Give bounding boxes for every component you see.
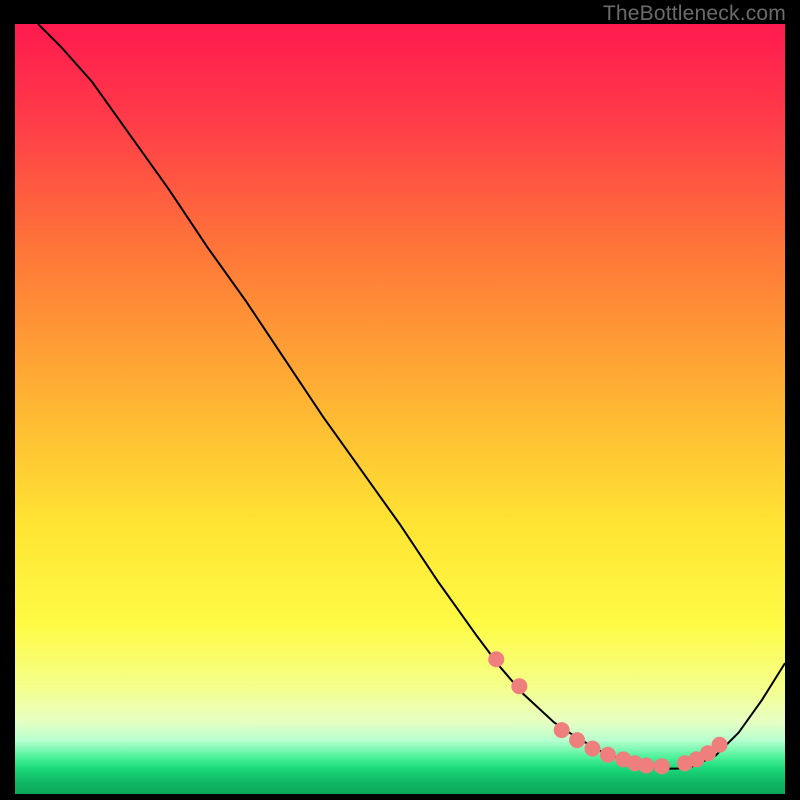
- chart-frame: [15, 24, 785, 794]
- curve-marker-dot: [600, 747, 616, 763]
- curve-marker-dot: [554, 722, 570, 738]
- curve-marker-dot: [654, 758, 670, 774]
- gradient-background: [15, 24, 785, 794]
- curve-marker-dot: [712, 737, 728, 753]
- watermark-text: TheBottleneck.com: [603, 2, 786, 26]
- curve-marker-dot: [488, 651, 504, 667]
- curve-marker-dot: [569, 732, 585, 748]
- curve-marker-dot: [511, 678, 527, 694]
- bottleneck-chart: [15, 24, 785, 794]
- curve-marker-dot: [585, 741, 601, 757]
- curve-marker-dot: [638, 758, 654, 774]
